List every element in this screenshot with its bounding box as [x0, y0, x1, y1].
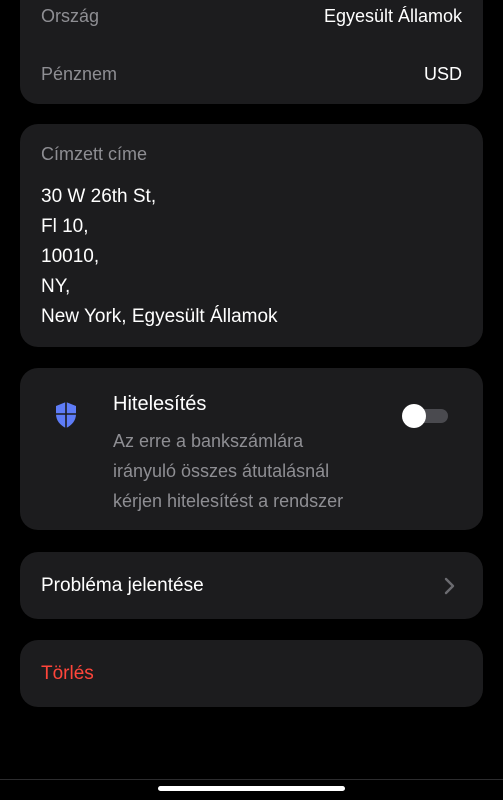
address-line: New York, Egyesült Államok	[41, 306, 278, 327]
description-line: irányuló összes átutalásnál	[113, 461, 330, 481]
recipient-address-card: Címzett címe 30 W 26th St, Fl 10, 10010,…	[20, 124, 483, 347]
description-line: Az erre a bankszámlára	[113, 431, 304, 451]
report-problem-button[interactable]: Probléma jelentése	[20, 552, 483, 619]
chevron-right-icon	[444, 577, 455, 595]
recipient-address-label: Címzett címe	[41, 144, 148, 164]
recipient-details-screen: Ország Egyesült Államok Pénznem USD Címz…	[0, 0, 503, 800]
toggle-knob	[402, 404, 426, 428]
delete-label: Törlés	[41, 663, 94, 684]
authentication-description: Az erre a bankszámlára irányuló összes á…	[113, 426, 383, 516]
home-indicator	[158, 786, 345, 791]
address-line: 30 W 26th St,	[41, 186, 157, 207]
currency-row: Pénznem USD	[41, 64, 462, 85]
address-line: NY,	[41, 276, 71, 297]
address-line: Fl 10,	[41, 216, 89, 237]
bottom-divider	[0, 779, 503, 780]
country-value: Egyesült Államok	[323, 6, 462, 26]
description-line: kérjen hitelesítést a rendszer	[113, 491, 344, 511]
shield-icon	[56, 402, 76, 428]
currency-label: Pénznem	[41, 64, 118, 84]
country-label: Ország	[41, 6, 100, 26]
report-problem-label: Probléma jelentése	[41, 575, 204, 596]
delete-button[interactable]: Törlés	[20, 640, 483, 707]
authentication-card: Hitelesítés Az erre a bankszámlára irány…	[20, 368, 483, 530]
country-row: Ország Egyesült Államok	[41, 6, 462, 27]
authentication-toggle[interactable]	[402, 404, 448, 428]
country-currency-card: Ország Egyesült Államok Pénznem USD	[20, 0, 483, 104]
address-line: 10010,	[41, 246, 100, 267]
authentication-title: Hitelesítés	[113, 393, 207, 415]
recipient-address-lines: 30 W 26th St, Fl 10, 10010, NY, New York…	[41, 182, 278, 332]
currency-value: USD	[423, 64, 462, 84]
